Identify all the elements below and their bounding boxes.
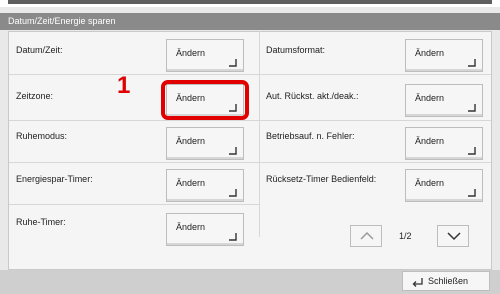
page-down-button[interactable] [437,225,469,247]
step-number: 1 [117,72,131,99]
label-auto-reset: Aut. Rückst. akt./deak.: [266,91,359,101]
corner-arrow-icon [229,233,237,241]
label-datumsformat: Datumsformat: [266,45,326,55]
page-indicator: 1/2 [399,231,412,241]
close-label: Schließen [428,276,469,286]
corner-arrow-icon [468,104,476,112]
corner-arrow-icon [468,147,476,155]
corner-arrow-icon [468,59,476,67]
button-label: Ändern [176,136,206,146]
change-datumsformat-button[interactable]: Ändern [405,39,483,72]
change-datum-zeit-button[interactable]: Ändern [166,39,244,72]
page-up-button[interactable] [350,225,382,247]
window-title: Datum/Zeit/Energie sparen [0,13,500,30]
window: Datum/Zeit/Energie sparen Datum/Zeit: Än… [0,0,500,294]
change-ruhe-timer-button[interactable]: Ändern [166,213,244,246]
change-ruecksetz-timer-button[interactable]: Ändern [405,169,483,202]
column-divider [259,31,260,237]
corner-arrow-icon [229,147,237,155]
label-zeitzone: Zeitzone: [16,91,54,101]
button-label: Ändern [415,136,445,146]
row-divider [9,162,491,163]
return-arrow-icon [412,278,423,287]
button-label: Ändern [176,48,206,58]
chevron-down-icon [447,232,461,241]
label-ruhe-timer: Ruhe-Timer: [16,217,66,227]
change-ruhemodus-button[interactable]: Ändern [166,127,244,160]
button-label: Ändern [415,48,445,58]
corner-arrow-icon [468,189,476,197]
change-energiespar-timer-button[interactable]: Ändern [166,169,244,202]
label-betriebsauf-fehler: Betriebsauf. n. Fehler: [266,131,355,141]
corner-arrow-icon [229,189,237,197]
row-divider [9,204,259,205]
button-label: Ändern [176,178,206,188]
highlight-box [161,80,249,120]
label-ruecksetz-timer: Rücksetz-Timer Bedienfeld: [266,174,377,184]
button-label: Ändern [176,222,206,232]
row-divider [9,74,491,75]
close-button[interactable]: Schließen [402,271,490,291]
corner-arrow-icon [229,59,237,67]
change-betriebsauf-fehler-button[interactable]: Ändern [405,127,483,160]
row-divider [9,120,491,121]
label-energiespar-timer: Energiespar-Timer: [16,174,93,184]
change-auto-reset-button[interactable]: Ändern [405,84,483,117]
button-label: Ändern [415,93,445,103]
top-strip-bar [8,0,492,4]
button-label: Ändern [415,178,445,188]
label-ruhemodus: Ruhemodus: [16,131,68,141]
label-datum-zeit: Datum/Zeit: [16,45,63,55]
top-strip [0,0,500,7]
chevron-up-icon [360,231,374,240]
